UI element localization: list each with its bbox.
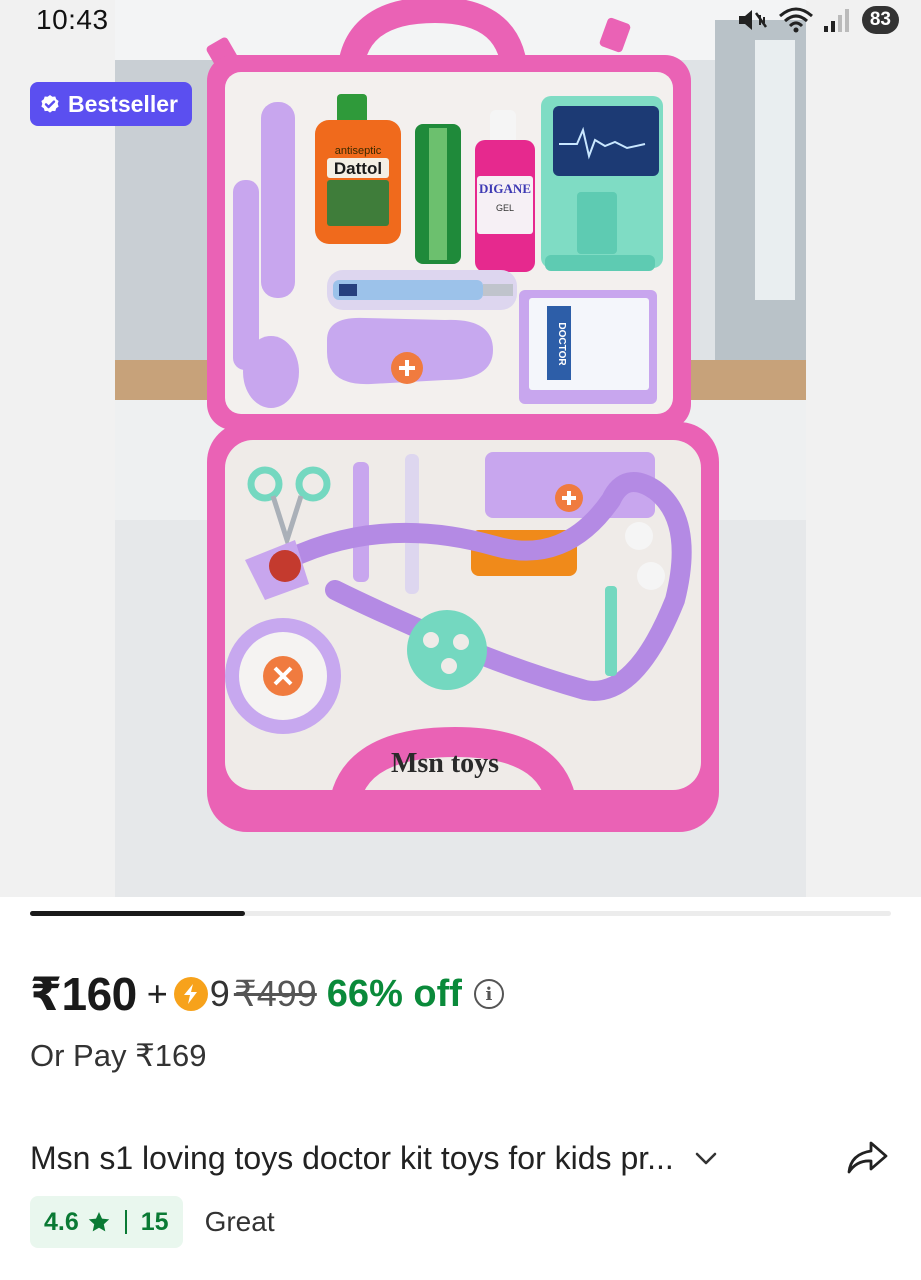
cell-signal-icon <box>823 9 849 32</box>
product-title[interactable]: Msn s1 loving toys doctor kit toys for k… <box>30 1140 674 1177</box>
mrp-price: ₹499 <box>233 973 317 1014</box>
price-plus-sign: + <box>146 973 168 1014</box>
product-title-row[interactable]: Msn s1 loving toys doctor kit toys for k… <box>30 1136 891 1180</box>
doctor-kit-photo: antiseptic Dattol DIGANE GEL DOCTOR Msn … <box>115 0 806 897</box>
price-row: ₹160 + 9 ₹499 66% off i <box>30 966 504 1022</box>
selling-price: ₹160 <box>30 968 137 1020</box>
status-icons: 83 <box>736 6 899 34</box>
or-pay-text: Or Pay ₹169 <box>30 1038 207 1073</box>
bestseller-label: Bestseller <box>68 90 178 117</box>
coin-value: 9 <box>209 973 230 1014</box>
pager-progress <box>30 911 246 916</box>
svg-text:GEL: GEL <box>496 203 514 213</box>
chevron-down-icon[interactable] <box>692 1144 720 1172</box>
mute-vibrate-icon <box>738 10 767 30</box>
status-bar: 10:43 83 <box>0 0 921 44</box>
wifi-icon <box>778 7 813 33</box>
image-pager[interactable] <box>30 911 891 916</box>
rating-value: 4.6 <box>44 1207 79 1236</box>
svg-text:antiseptic: antiseptic <box>335 145 382 157</box>
info-icon[interactable]: i <box>473 979 504 1009</box>
svg-text:DOCTOR: DOCTOR <box>556 322 567 366</box>
svg-text:Msn toys: Msn toys <box>391 748 499 779</box>
svg-text:DIGANE: DIGANE <box>479 181 531 196</box>
product-image-gallery[interactable]: antiseptic Dattol DIGANE GEL DOCTOR Msn … <box>0 0 921 897</box>
lightning-coin-icon <box>173 977 208 1011</box>
status-time: 10:43 <box>36 4 109 35</box>
share-icon[interactable] <box>845 1138 889 1183</box>
rating-pill[interactable]: 4.6 15 <box>30 1196 183 1248</box>
battery-icon: 83 <box>861 6 899 34</box>
svg-text:Dattol: Dattol <box>334 159 382 178</box>
rating-count: 15 <box>140 1207 169 1236</box>
star-icon <box>88 1212 109 1232</box>
product-photo[interactable]: antiseptic Dattol DIGANE GEL DOCTOR Msn … <box>115 0 806 897</box>
verified-check-icon <box>41 95 59 113</box>
bestseller-badge: Bestseller <box>30 82 192 126</box>
rating-divider <box>124 1210 127 1234</box>
rating-label: Great <box>204 1206 275 1237</box>
rating-row[interactable]: 4.6 15 Great <box>30 1196 275 1248</box>
discount-percent: 66% off <box>326 972 462 1015</box>
